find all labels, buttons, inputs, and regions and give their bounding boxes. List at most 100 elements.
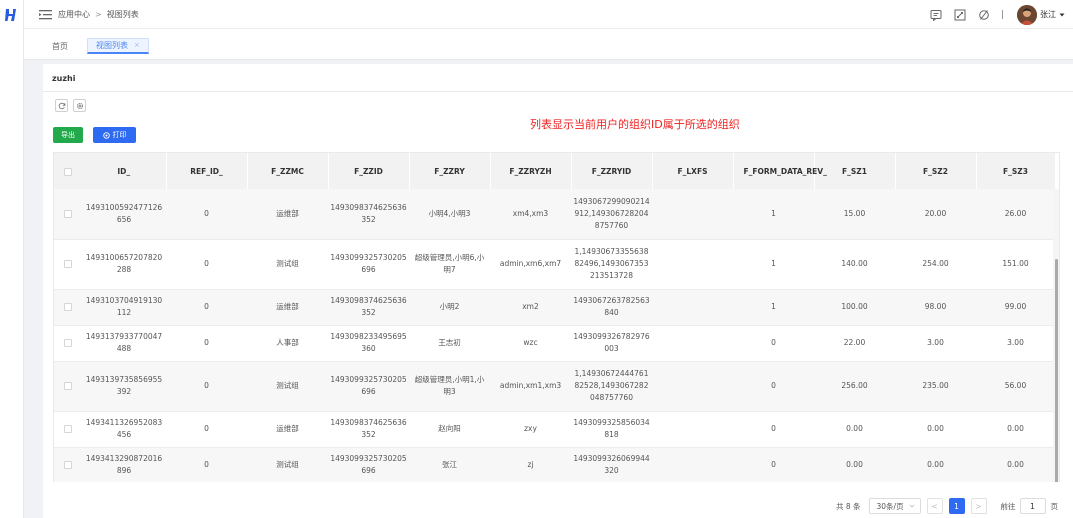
table-cell: admin,xm1,xm3 (490, 361, 571, 412)
table-row[interactable]: 1493413290872016896 0 测试组 14930993257302056… (54, 447, 1055, 482)
table-cell: 超级管理员,小明6,小明7 (409, 239, 490, 290)
chevron-down-icon (909, 504, 914, 508)
table-cell: 20.00 (895, 189, 976, 240)
table-cell: 235.00 (895, 361, 976, 412)
table-cell: 0.00 (895, 411, 976, 448)
chevron-down-icon[interactable] (1059, 12, 1065, 18)
table-cell: 赵向阳 (409, 411, 490, 448)
select-all-checkbox[interactable] (64, 167, 72, 176)
card-title: zuzhi (52, 74, 76, 83)
goto-page-input[interactable] (1019, 498, 1046, 514)
next-page-button[interactable]: > (970, 498, 987, 514)
table-cell: 1493099325856034818 (571, 411, 652, 448)
content-card: zuzhi 列表显示当前用户的组织ID属于所选的组织 导出 打印 ID_ REF… (43, 64, 1073, 518)
column-header[interactable]: REF_ID_ (166, 153, 248, 189)
page-size-select[interactable]: 30条/页 (868, 498, 921, 514)
table-cell: 0 (166, 289, 247, 326)
column-header[interactable]: F_FORM_DATA_REV_ (733, 153, 827, 189)
table-cell: 小明4,小明3 (409, 189, 490, 240)
column-header[interactable]: F_ZZMC (247, 153, 329, 189)
row-checkbox[interactable] (64, 382, 72, 390)
column-header[interactable]: F_SZ3 (976, 153, 1056, 189)
tab-close-icon[interactable]: × (134, 38, 140, 53)
row-select-cell (54, 189, 82, 240)
app-logo-icon[interactable] (4, 7, 20, 23)
table-cell: 1493067299090214912,1493067282048757760 (571, 189, 652, 240)
table-cell: 256.00 (814, 361, 895, 412)
table-row[interactable]: 1493103704919130112 0 运维部 14930983746256363… (54, 289, 1055, 326)
header-select-all[interactable] (54, 153, 82, 189)
table-scrollbar[interactable] (1053, 189, 1059, 482)
table-cell: 1 (733, 189, 814, 240)
row-select-cell (54, 289, 82, 326)
data-table-grid: ID_ REF_ID_ F_ZZMC F_ZZID F_ZZRY F_ZZRYZ… (54, 153, 1056, 482)
table-cell: 0.00 (814, 411, 895, 448)
row-checkbox[interactable] (64, 303, 72, 311)
settings-button[interactable] (73, 99, 86, 112)
table-cell: zxy (490, 411, 571, 448)
table-cell: 56.00 (976, 361, 1055, 412)
row-checkbox[interactable] (64, 260, 72, 268)
refresh-button[interactable] (55, 99, 68, 112)
row-checkbox[interactable] (64, 461, 72, 469)
table-row[interactable]: 1493137933770047488 0 人事部 14930982334956953… (54, 325, 1055, 362)
column-header[interactable]: F_ZZID (328, 153, 410, 189)
message-icon[interactable] (930, 9, 942, 21)
fullscreen-icon[interactable] (954, 9, 966, 21)
table-cell: 1493099325730205696 (328, 239, 409, 290)
goto-suffix: 页 (1050, 501, 1059, 511)
row-checkbox[interactable] (64, 339, 72, 347)
table-cell: 0 (733, 361, 814, 412)
tab-home[interactable]: 首页 (52, 39, 68, 54)
table-cell: 254.00 (895, 239, 976, 290)
prev-page-button[interactable]: < (926, 498, 943, 514)
page-number-current[interactable]: 1 (948, 498, 965, 514)
row-checkbox[interactable] (64, 209, 72, 218)
table-row[interactable]: 1493139735856955392 0 测试组 14930993257302056… (54, 361, 1055, 412)
row-select-cell (54, 239, 82, 290)
table-scrollbar-thumb[interactable] (1055, 259, 1058, 482)
table-row[interactable]: 1493411326952083456 0 运维部 14930983746256363… (54, 411, 1055, 448)
table-cell: 1493099325730205696 (328, 361, 409, 412)
table-cell: 1,1493067244476182528,149306728204875776… (571, 361, 652, 412)
breadcrumb-root[interactable]: 应用中心 (58, 9, 90, 20)
table-cell: xm4,xm3 (490, 189, 571, 240)
table-cell (652, 239, 733, 290)
table-cell: 0 (733, 325, 814, 362)
table-cell: 3.00 (976, 325, 1055, 362)
column-header[interactable]: F_ZZRYZH (490, 153, 572, 189)
table-cell: 运维部 (247, 289, 328, 326)
column-header[interactable]: F_ZZRYID (571, 153, 653, 189)
column-header[interactable]: F_ZZRY (409, 153, 491, 189)
tab-view-list-label: 视图列表 (96, 41, 128, 50)
column-header[interactable]: F_SZ2 (895, 153, 977, 189)
table-cell: 1493098374625636352 (328, 411, 409, 448)
table-cell: 运维部 (247, 189, 328, 240)
tab-view-list[interactable]: 视图列表 × (87, 38, 149, 54)
column-header[interactable]: ID_ (82, 153, 167, 189)
table-cell: 0.00 (895, 447, 976, 482)
column-header[interactable]: F_LXFS (652, 153, 734, 189)
row-checkbox[interactable] (64, 425, 72, 433)
table-cell: 0.00 (976, 411, 1055, 448)
table-cell: 22.00 (814, 325, 895, 362)
row-select-cell (54, 361, 82, 412)
menu-toggle-icon[interactable] (39, 9, 52, 20)
print-button[interactable]: 打印 (93, 127, 136, 143)
row-select-cell (54, 411, 82, 448)
user-name[interactable]: 张江 (1040, 9, 1056, 20)
export-button[interactable]: 导出 (53, 127, 83, 143)
table-row[interactable]: 1493100592477126656 0 运维部 14930983746256363… (54, 189, 1055, 240)
table-row[interactable]: 1493100657207820288 0 测试组 14930993257302056… (54, 239, 1055, 290)
theme-icon[interactable] (978, 9, 990, 21)
tab-bar: 首页 视图列表 × (24, 29, 1073, 60)
user-avatar[interactable] (1017, 4, 1037, 25)
top-header: 应用中心 > 视图列表 张江 (24, 0, 1073, 29)
table-cell: 15.00 (814, 189, 895, 240)
table-cell: 0.00 (814, 447, 895, 482)
print-button-label: 打印 (112, 131, 127, 139)
table-cell: 小明2 (409, 289, 490, 326)
breadcrumb-separator: > (95, 9, 102, 19)
breadcrumb: 应用中心 > 视图列表 (58, 9, 139, 20)
header-actions: 张江 (930, 0, 1073, 29)
